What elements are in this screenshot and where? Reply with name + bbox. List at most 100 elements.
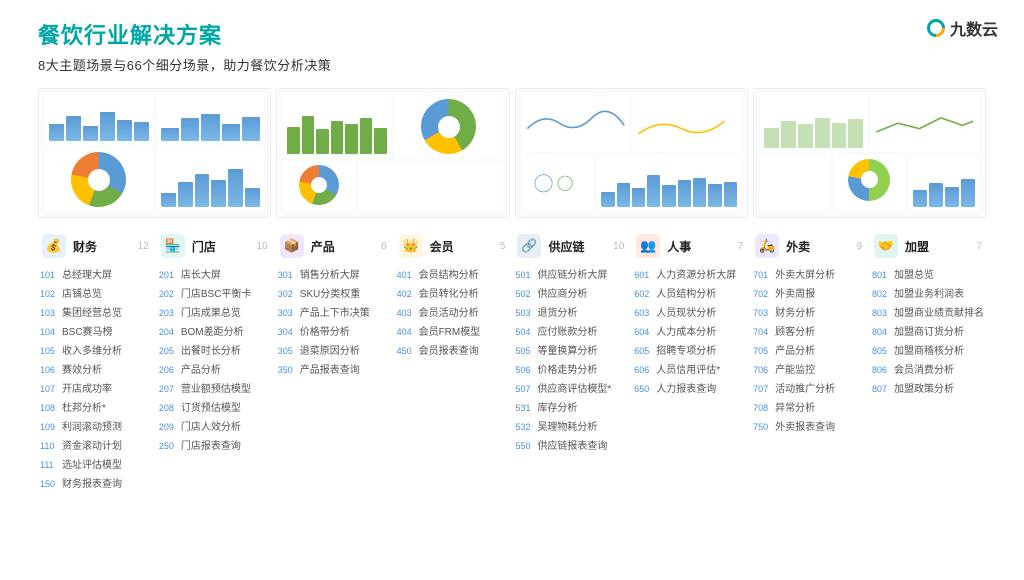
scene-item[interactable]: 705产品分析 xyxy=(751,342,866,361)
scene-item[interactable]: 403会员活动分析 xyxy=(395,304,510,323)
scene-item[interactable]: 507供应商评估模型* xyxy=(513,380,628,399)
scene-num: 806 xyxy=(872,364,890,377)
scene-item[interactable]: 203门店成果总览 xyxy=(157,304,272,323)
scene-item[interactable]: 704顾客分析 xyxy=(751,323,866,342)
scene-item[interactable]: 204BOM差距分析 xyxy=(157,323,272,342)
scene-item[interactable]: 606人员信用评估* xyxy=(632,361,747,380)
scene-item[interactable]: 207营业额预估模型 xyxy=(157,380,272,399)
scene-item[interactable]: 103集团经营总览 xyxy=(38,304,153,323)
category-column: 🤝加盟7801加盟总览802加盟业务利润表803加盟商业绩贡献排名804加盟商订… xyxy=(870,228,986,494)
scene-label: 门店成果总览 xyxy=(181,307,241,321)
scene-num: 104 xyxy=(40,326,58,339)
scene-label: 退菜原因分析 xyxy=(300,345,360,359)
scene-num: 108 xyxy=(40,402,58,415)
scene-item[interactable]: 708异常分析 xyxy=(751,399,866,418)
scene-item[interactable]: 304价格带分析 xyxy=(276,323,391,342)
scene-item[interactable]: 450会员报表查询 xyxy=(395,342,510,361)
scene-item[interactable]: 106赛效分析 xyxy=(38,361,153,380)
scene-label: 门店BSC平衡卡 xyxy=(181,288,252,302)
scene-item[interactable]: 604人力成本分析 xyxy=(632,323,747,342)
scene-item[interactable]: 503退货分析 xyxy=(513,304,628,323)
scene-item[interactable]: 550供应链报表查询 xyxy=(513,437,628,456)
scene-item[interactable]: 701外卖大屏分析 xyxy=(751,266,866,285)
scene-item[interactable]: 208订货预估模型 xyxy=(157,399,272,418)
dashboard-thumb-1[interactable] xyxy=(38,88,271,218)
scene-num: 605 xyxy=(634,345,652,358)
scene-item[interactable]: 506价格走势分析 xyxy=(513,361,628,380)
scene-item[interactable]: 605招聘专项分析 xyxy=(632,342,747,361)
scene-item[interactable]: 501供应链分析大屏 xyxy=(513,266,628,285)
scene-item[interactable]: 702外卖周报 xyxy=(751,285,866,304)
dashboard-thumb-4[interactable] xyxy=(753,88,986,218)
category-column: 🏪门店10201店长大屏202门店BSC平衡卡203门店成果总览204BOM差距… xyxy=(157,228,272,494)
scene-item[interactable]: 250门店报表查询 xyxy=(157,437,272,456)
scene-item[interactable]: 209门店人效分析 xyxy=(157,418,272,437)
scene-label: 人员结构分析 xyxy=(656,288,716,302)
scene-item[interactable]: 104BSC赛马榜 xyxy=(38,323,153,342)
scene-item[interactable]: 707活动推广分析 xyxy=(751,380,866,399)
scene-item[interactable]: 802加盟业务利润表 xyxy=(870,285,986,304)
scene-item[interactable]: 803加盟商业绩贡献排名 xyxy=(870,304,986,323)
scene-item[interactable]: 205出餐时长分析 xyxy=(157,342,272,361)
scene-item[interactable]: 806会员消费分析 xyxy=(870,361,986,380)
scene-item[interactable]: 650人力报表查询 xyxy=(632,380,747,399)
scene-label: 供应链分析大屏 xyxy=(537,269,607,283)
scene-item[interactable]: 111选址评估模型 xyxy=(38,456,153,475)
scene-item[interactable]: 807加盟政策分析 xyxy=(870,380,986,399)
scene-item[interactable]: 302SKU分类权重 xyxy=(276,285,391,304)
scene-item[interactable]: 105收入多维分析 xyxy=(38,342,153,361)
scene-item[interactable]: 750外卖报表查询 xyxy=(751,418,866,437)
scene-item[interactable]: 150财务报表查询 xyxy=(38,475,153,494)
scene-item[interactable]: 801加盟总览 xyxy=(870,266,986,285)
category-count: 10 xyxy=(257,241,268,252)
scene-item[interactable]: 303产品上下市决策 xyxy=(276,304,391,323)
scene-item[interactable]: 101总经理大屏 xyxy=(38,266,153,285)
scene-item[interactable]: 110资金滚动计划 xyxy=(38,437,153,456)
scene-num: 103 xyxy=(40,307,58,320)
scene-item[interactable]: 601人力资源分析大屏 xyxy=(632,266,747,285)
scene-num: 604 xyxy=(634,326,652,339)
dashboard-thumb-2[interactable] xyxy=(276,88,509,218)
scene-label: 订货预估模型 xyxy=(181,402,241,416)
scene-item[interactable]: 603人员现状分析 xyxy=(632,304,747,323)
scene-item[interactable]: 602人员结构分析 xyxy=(632,285,747,304)
scene-label: 产能监控 xyxy=(775,364,815,378)
scene-item[interactable]: 805加盟商稽核分析 xyxy=(870,342,986,361)
scene-item[interactable]: 505等量换算分析 xyxy=(513,342,628,361)
scene-item[interactable]: 109利润滚动预测 xyxy=(38,418,153,437)
scene-num: 531 xyxy=(515,402,533,415)
scene-item[interactable]: 531 库存分析 xyxy=(513,399,628,418)
scene-item[interactable]: 305退菜原因分析 xyxy=(276,342,391,361)
scene-label: 价格带分析 xyxy=(300,326,350,340)
scene-item[interactable]: 404会员FRM模型 xyxy=(395,323,510,342)
scene-item[interactable]: 504应付账款分析 xyxy=(513,323,628,342)
scene-item[interactable]: 350产品报表查询 xyxy=(276,361,391,380)
dashboard-thumb-3[interactable] xyxy=(515,88,748,218)
scene-label: 异常分析 xyxy=(775,402,815,416)
category-icon: 🔗 xyxy=(517,234,541,258)
scene-item[interactable]: 706产能监控 xyxy=(751,361,866,380)
scene-item[interactable]: 107开店成功率 xyxy=(38,380,153,399)
category-items: 801加盟总览802加盟业务利润表803加盟商业绩贡献排名804加盟商订货分析8… xyxy=(870,266,986,399)
scene-num: 201 xyxy=(159,269,177,282)
scene-item[interactable]: 201店长大屏 xyxy=(157,266,272,285)
scene-item[interactable]: 703财务分析 xyxy=(751,304,866,323)
scene-label: 库存分析 xyxy=(537,402,577,416)
scene-num: 532 xyxy=(515,421,533,434)
scene-item[interactable]: 102店铺总览 xyxy=(38,285,153,304)
scene-num: 107 xyxy=(40,383,58,396)
scene-label: 加盟商业绩贡献排名 xyxy=(894,307,984,321)
scene-item[interactable]: 202门店BSC平衡卡 xyxy=(157,285,272,304)
scene-item[interactable]: 502供应商分析 xyxy=(513,285,628,304)
scene-label: 赛效分析 xyxy=(62,364,102,378)
scene-item[interactable]: 206产品分析 xyxy=(157,361,272,380)
scene-item[interactable]: 301销售分析大屏 xyxy=(276,266,391,285)
scene-item[interactable]: 402会员转化分析 xyxy=(395,285,510,304)
scene-label: 收入多维分析 xyxy=(62,345,122,359)
scene-item[interactable]: 108杜邦分析* xyxy=(38,399,153,418)
scene-item[interactable]: 804加盟商订货分析 xyxy=(870,323,986,342)
scene-num: 111 xyxy=(40,459,58,472)
dashboard-previews xyxy=(0,80,1024,226)
scene-item[interactable]: 532吴理物耗分析 xyxy=(513,418,628,437)
scene-item[interactable]: 401会员结构分析 xyxy=(395,266,510,285)
